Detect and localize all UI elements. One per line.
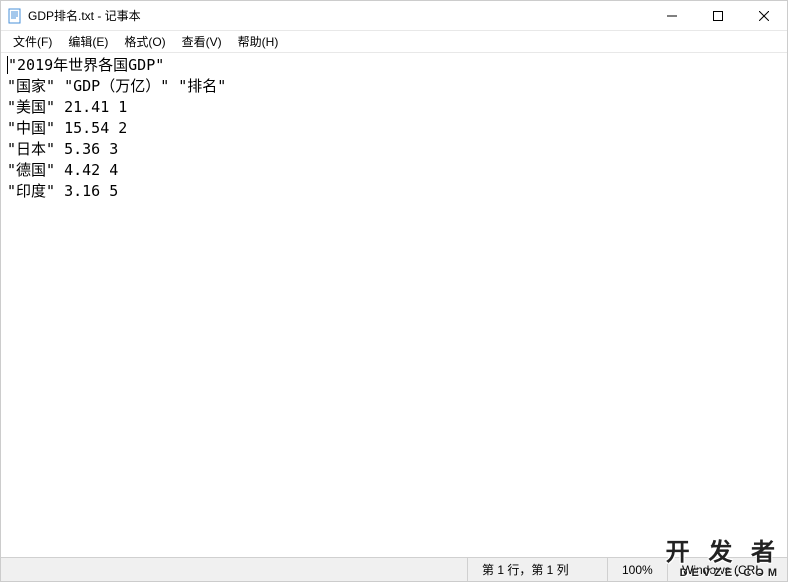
- menubar: 文件(F) 编辑(E) 格式(O) 查看(V) 帮助(H): [1, 31, 787, 53]
- minimize-button[interactable]: [649, 1, 695, 30]
- menu-help[interactable]: 帮助(H): [230, 31, 287, 52]
- close-button[interactable]: [741, 1, 787, 30]
- status-zoom: 100%: [607, 558, 667, 581]
- content-line: "德国" 4.42 4: [7, 161, 118, 179]
- content-line: "中国" 15.54 2: [7, 119, 127, 137]
- maximize-button[interactable]: [695, 1, 741, 30]
- menu-view[interactable]: 查看(V): [174, 31, 230, 52]
- statusbar: 第 1 行，第 1 列 100% Windows (CRL: [1, 557, 787, 581]
- menu-edit[interactable]: 编辑(E): [60, 31, 116, 52]
- content-line: "美国" 21.41 1: [7, 98, 127, 116]
- status-encoding: Windows (CRL: [667, 558, 787, 581]
- content-line: "印度" 3.16 5: [7, 182, 118, 200]
- text-editor-area[interactable]: "2019年世界各国GDP" "国家" "GDP（万亿）" "排名" "美国" …: [1, 53, 787, 557]
- titlebar: GDP排名.txt - 记事本: [1, 1, 787, 31]
- status-cursor-position: 第 1 行，第 1 列: [467, 558, 607, 581]
- menu-format[interactable]: 格式(O): [116, 31, 173, 52]
- content-line: "2019年世界各国GDP": [8, 56, 164, 74]
- menu-file[interactable]: 文件(F): [5, 31, 60, 52]
- content-line: "国家" "GDP（万亿）" "排名": [7, 77, 226, 95]
- content-line: "日本" 5.36 3: [7, 140, 118, 158]
- notepad-icon: [7, 8, 23, 24]
- window-title: GDP排名.txt - 记事本: [28, 7, 141, 24]
- window-controls: [649, 1, 787, 30]
